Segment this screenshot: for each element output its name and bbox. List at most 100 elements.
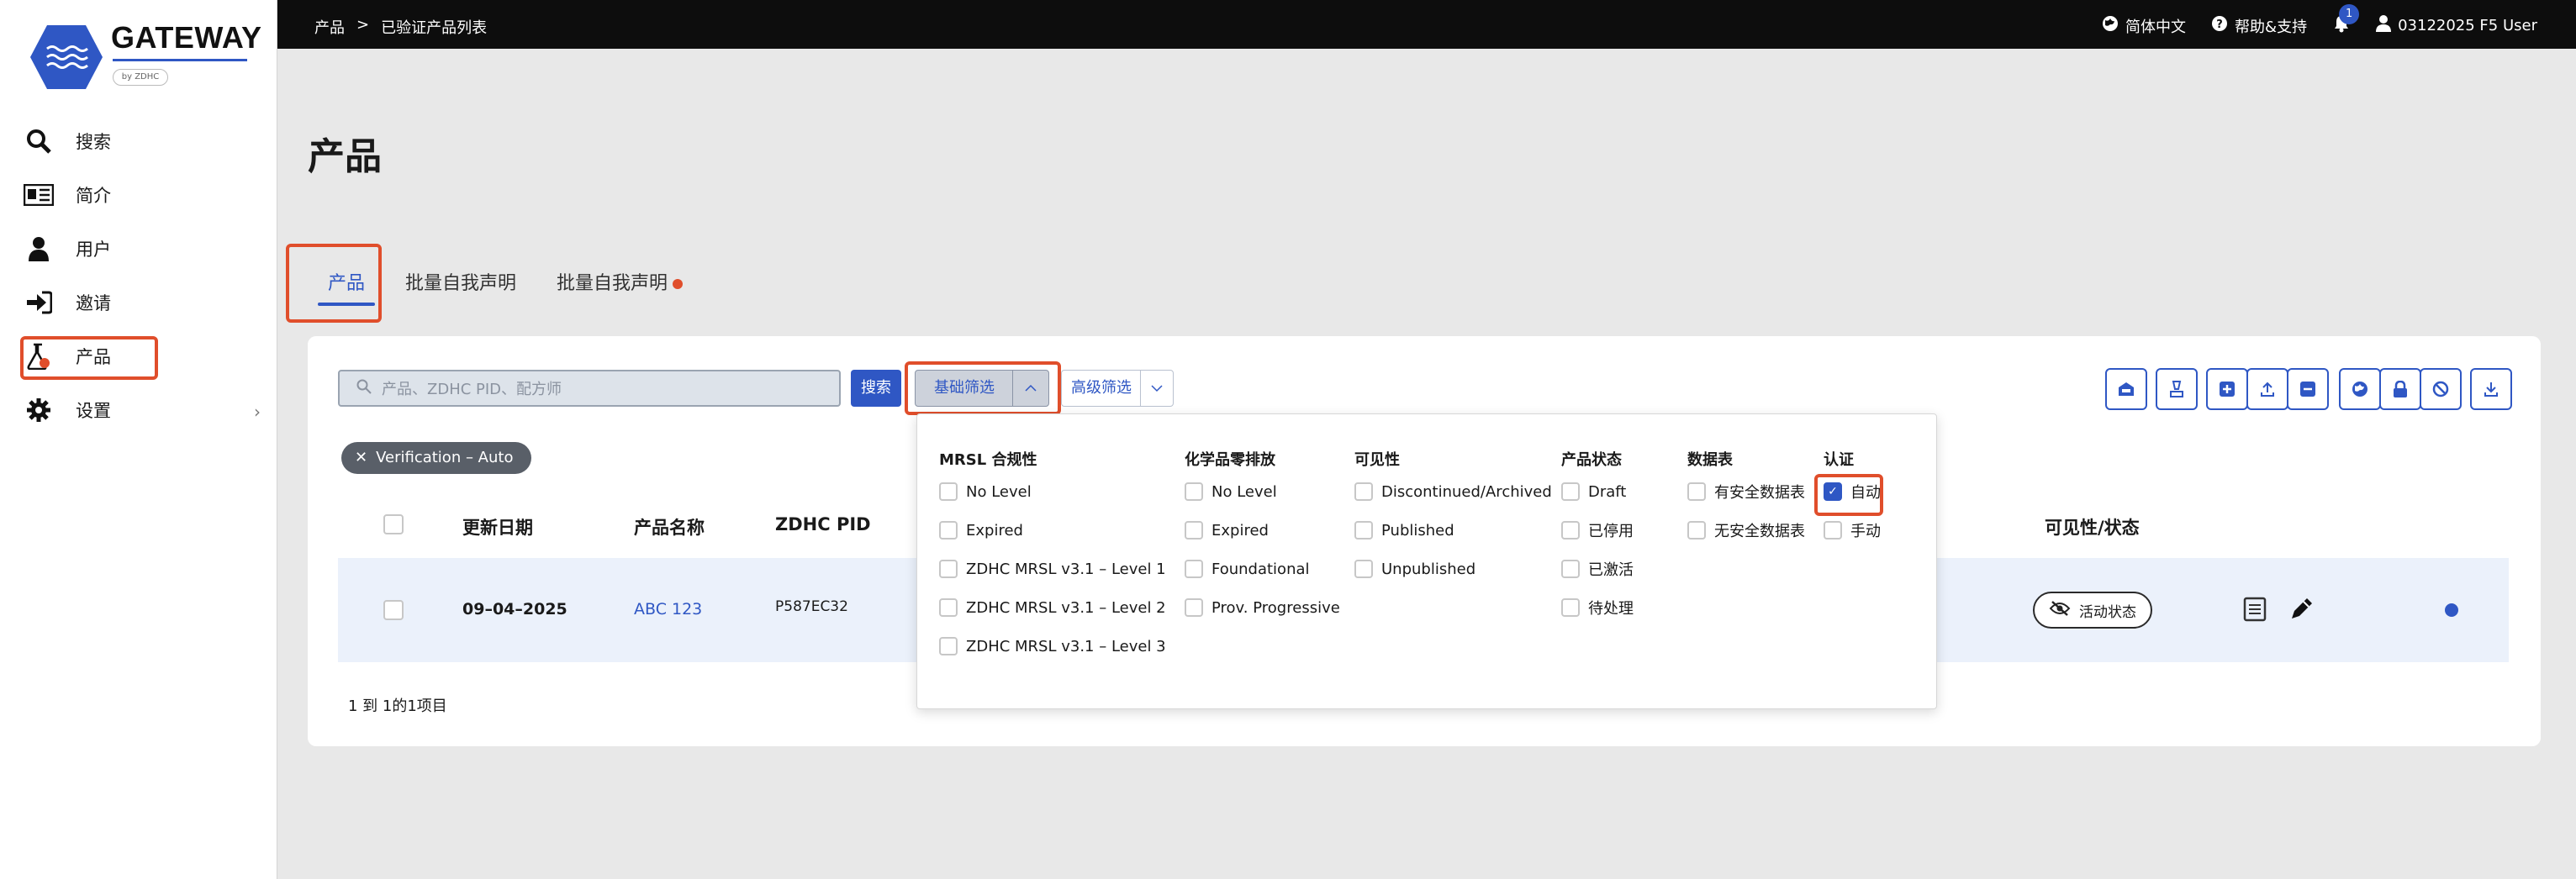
row-product-name[interactable]: ABC 123 (634, 600, 702, 618)
filter-option[interactable]: 已停用 (1561, 520, 1634, 540)
filter-option[interactable]: Discontinued/Archived (1354, 482, 1552, 502)
filter-option[interactable]: No Level (1185, 482, 1340, 502)
upload-icon[interactable] (2246, 368, 2288, 410)
notifications-button[interactable]: 1 (2332, 4, 2360, 37)
checkbox[interactable] (939, 482, 958, 501)
advanced-filter-button[interactable]: 高级筛选 (1061, 370, 1142, 407)
filter-option[interactable]: Prov. Progressive (1185, 597, 1340, 618)
status-dot (2445, 603, 2458, 617)
option-label: 已停用 (1588, 523, 1634, 540)
sidebar-item-invite[interactable]: 邀请 (17, 279, 261, 326)
user-menu[interactable]: 03122025 F5 User (2376, 15, 2537, 36)
download-icon[interactable] (2470, 368, 2512, 410)
filter-option[interactable]: Expired (939, 520, 1166, 540)
breadcrumb-products[interactable]: 产品 (314, 16, 345, 38)
status-badge[interactable]: 活动状态 (2033, 592, 2152, 629)
help-icon: ? (2211, 15, 2228, 36)
option-label: Prov. Progressive (1211, 598, 1340, 617)
checkbox[interactable] (1185, 598, 1203, 617)
checkbox[interactable] (1561, 598, 1580, 617)
sidebar-item-settings[interactable]: 设置 › (17, 387, 261, 434)
filter-option[interactable]: Draft (1561, 482, 1634, 502)
sidebar-item-label: 设置 (76, 401, 111, 421)
profile-card-icon (24, 182, 54, 208)
checkbox[interactable] (939, 637, 958, 655)
checkbox[interactable] (1687, 482, 1706, 501)
filter-option[interactable]: 有安全数据表 (1687, 482, 1805, 502)
sidebar-item-search[interactable]: 搜索 (17, 118, 261, 165)
checkbox[interactable] (1687, 521, 1706, 540)
checkbox[interactable] (1354, 521, 1373, 540)
filter-option[interactable]: 无安全数据表 (1687, 520, 1805, 540)
header-product-name[interactable]: 产品名称 (634, 514, 705, 540)
checkbox[interactable] (1185, 482, 1203, 501)
products-tab-highlight (286, 244, 382, 323)
search-button[interactable]: 搜索 (851, 370, 901, 407)
checkbox[interactable] (1561, 482, 1580, 501)
filter-option[interactable]: Foundational (1185, 559, 1340, 579)
row-date: 09–04–2025 (462, 600, 567, 618)
pencil-icon[interactable] (2288, 597, 2314, 625)
help-link[interactable]: ? 帮助&支持 (2211, 15, 2307, 37)
user-icon (24, 235, 54, 262)
header-updated-date[interactable]: 更新日期 (462, 514, 533, 540)
close-icon[interactable]: ✕ (355, 449, 367, 466)
tab-bulk-declaration[interactable]: 批量自我声明 (385, 267, 536, 311)
help-label: 帮助&支持 (2235, 18, 2308, 36)
sidebar-item-label: 邀请 (76, 293, 111, 313)
checkbox[interactable] (1354, 560, 1373, 578)
filter-option[interactable]: 待处理 (1561, 597, 1634, 618)
filter-heading: 化学品零排放 (1185, 451, 1275, 469)
chevron-down-icon[interactable] (1140, 370, 1174, 407)
checkbox[interactable] (1185, 521, 1203, 540)
language-selector[interactable]: 简体中文 (2102, 15, 2186, 37)
block-icon[interactable] (2420, 368, 2462, 410)
select-all-checkbox[interactable] (383, 514, 404, 534)
checkbox[interactable] (1561, 560, 1580, 578)
checkbox[interactable] (939, 560, 958, 578)
tab-bulk-declaration-2[interactable]: 批量自我声明 (536, 267, 703, 311)
checkbox[interactable] (1824, 521, 1842, 540)
filter-option[interactable]: 已激活 (1561, 559, 1634, 579)
filter-option[interactable]: ZDHC MRSL v3.1 – Level 1 (939, 559, 1166, 579)
sidebar: GATEWAY by ZDHC 搜索 简介 用户 邀请 产品 设置 › (0, 0, 277, 879)
certificate-icon[interactable] (2156, 368, 2198, 410)
filter-heading: 认证 (1824, 451, 1854, 469)
header-zdhc-pid[interactable]: ZDHC PID (775, 514, 871, 534)
option-label: Foundational (1211, 560, 1310, 578)
remove-icon[interactable] (2287, 368, 2329, 410)
checkbox[interactable] (1354, 482, 1373, 501)
tool-group-3 (2206, 368, 2329, 410)
checkbox[interactable] (1185, 560, 1203, 578)
row-checkbox[interactable] (383, 600, 404, 620)
option-label: Discontinued/Archived (1381, 482, 1552, 501)
filter-option[interactable]: No Level (939, 482, 1166, 502)
filter-option[interactable]: ZDHC MRSL v3.1 – Level 2 (939, 597, 1166, 618)
active-filter-chip[interactable]: ✕ Verification – Auto (341, 442, 532, 474)
filter-heading: 产品状态 (1561, 451, 1622, 469)
sidebar-item-users[interactable]: 用户 (17, 225, 261, 272)
page-title: 产品 (308, 135, 382, 178)
search-input[interactable]: 产品、ZDHC PID、配方师 (338, 370, 841, 407)
filter-option[interactable]: ZDHC MRSL v3.1 – Level 3 (939, 636, 1166, 656)
basic-filter-highlight (905, 361, 1061, 415)
filter-option-manual[interactable]: 手动 (1824, 520, 1881, 540)
globe-icon[interactable] (2339, 368, 2381, 410)
basic-filter-dropdown: MRSL 合规性 No Level Expired ZDHC MRSL v3.1… (916, 413, 1937, 709)
filter-option[interactable]: Expired (1185, 520, 1340, 540)
checkbox[interactable] (1561, 521, 1580, 540)
header-visibility-status[interactable]: 可见性/状态 (2045, 514, 2140, 540)
checkbox[interactable] (939, 598, 958, 617)
document-icon[interactable] (2243, 597, 2267, 625)
user-icon (2376, 15, 2392, 36)
filter-heading: 可见性 (1354, 451, 1400, 469)
option-label: No Level (966, 482, 1032, 501)
add-icon[interactable] (2206, 368, 2248, 410)
filter-option[interactable]: Unpublished (1354, 559, 1552, 579)
filter-option[interactable]: Published (1354, 520, 1552, 540)
filter-col-sds: 数据表 有安全数据表 无安全数据表 (1687, 448, 1805, 559)
sidebar-item-profile[interactable]: 简介 (17, 171, 261, 218)
inbox-icon[interactable] (2105, 368, 2147, 410)
lock-icon[interactable] (2379, 368, 2421, 410)
checkbox[interactable] (939, 521, 958, 540)
